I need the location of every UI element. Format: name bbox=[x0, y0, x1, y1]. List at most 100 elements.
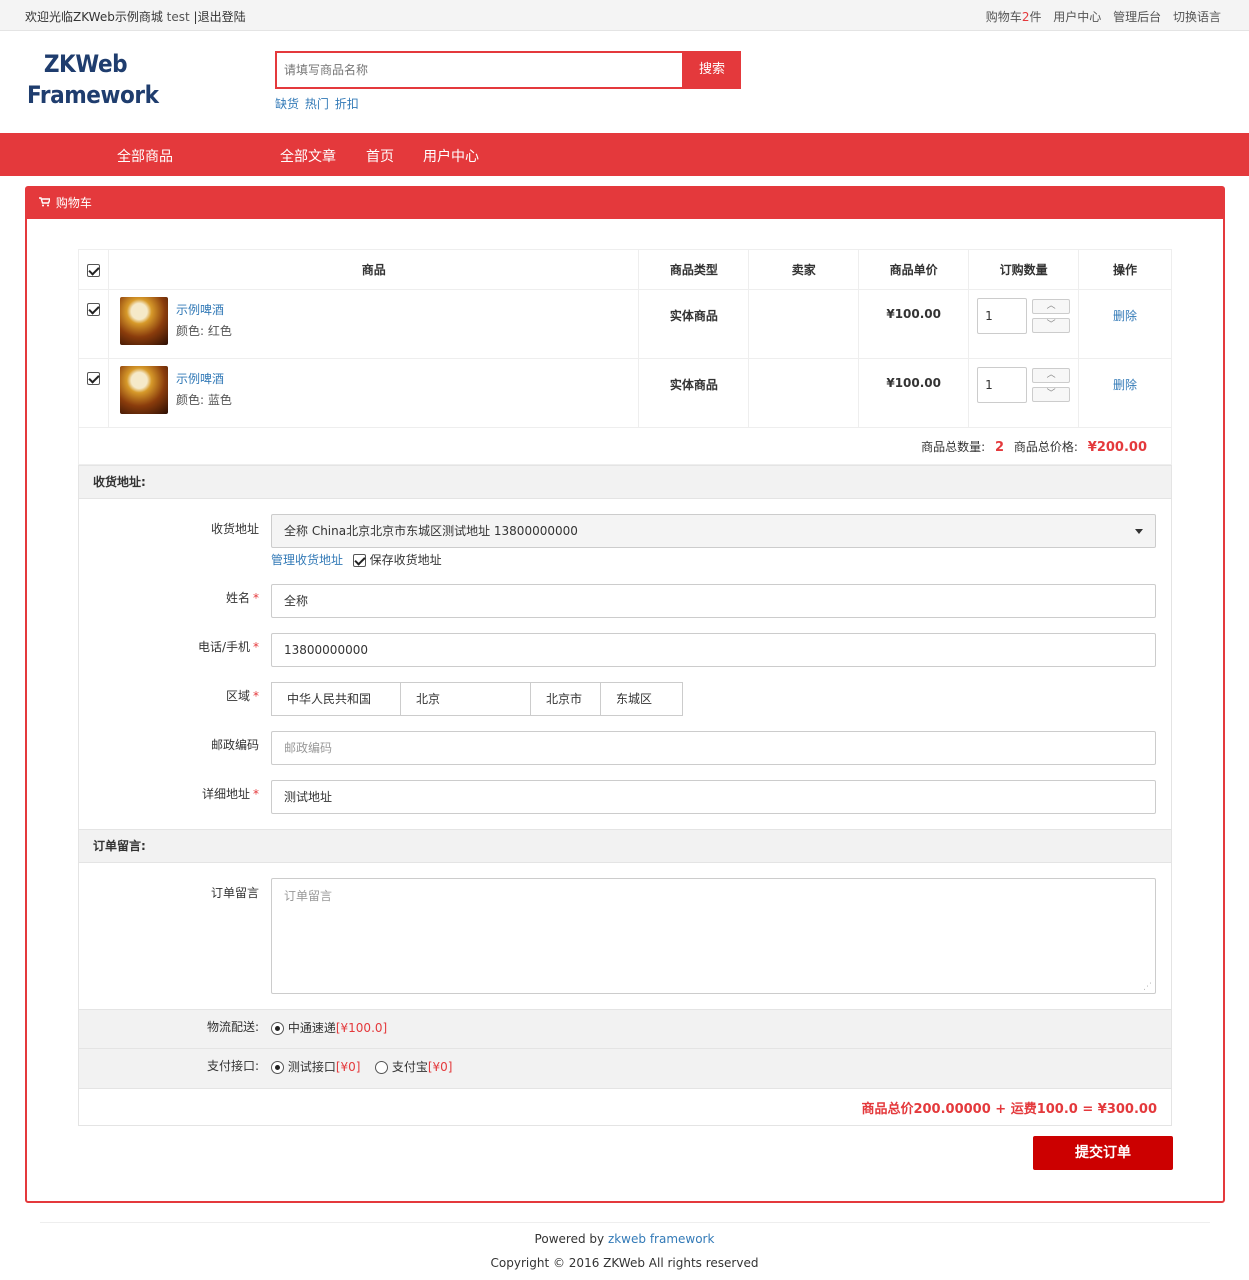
action-cell: 删除 bbox=[1078, 358, 1172, 428]
region-district[interactable]: 东城区 bbox=[600, 682, 683, 716]
logistics-option-name: 中通速递 bbox=[287, 1021, 336, 1035]
site-logo[interactable]: ZKWeb Framework bbox=[27, 49, 159, 111]
hot-word-out-of-stock[interactable]: 缺货 bbox=[275, 97, 299, 111]
quantity-increase-button[interactable]: ︿ bbox=[1032, 299, 1071, 314]
search-input[interactable] bbox=[277, 53, 682, 87]
payment-option-name: 测试接口 bbox=[287, 1060, 336, 1074]
search-button[interactable]: 搜索 bbox=[683, 51, 741, 89]
payment-option-test[interactable]: 测试接口[¥0] bbox=[271, 1058, 360, 1075]
address-label: 收货地址 bbox=[210, 522, 259, 536]
region-province[interactable]: 北京 bbox=[400, 682, 531, 716]
caret-down-icon bbox=[1135, 529, 1143, 534]
address-selected-value: 全称 China北京北京市东城区测试地址 13800000000 bbox=[284, 524, 578, 538]
cart-summary: 商品总数量: 2 商品总价格: ¥200.00 bbox=[78, 428, 1172, 465]
detail-address-field[interactable]: 测试地址 bbox=[271, 780, 1156, 814]
region-country[interactable]: 中华人民共和国 bbox=[271, 682, 401, 716]
product-thumbnail[interactable] bbox=[119, 297, 168, 345]
user-center-link[interactable]: 用户中心 bbox=[1053, 10, 1101, 24]
admin-link[interactable]: 管理后台 bbox=[1113, 10, 1161, 24]
quantity-decrease-button[interactable]: ﹀ bbox=[1032, 387, 1071, 402]
name-field[interactable]: 全称 bbox=[271, 584, 1156, 618]
detail-address-label: 详细地址 * bbox=[79, 785, 259, 802]
nav-all-products[interactable]: 全部商品 bbox=[117, 146, 173, 166]
total-price-label: 商品总价格: bbox=[1013, 440, 1078, 454]
nav-home[interactable]: 首页 bbox=[366, 146, 394, 166]
powered-by-prefix: Powered by bbox=[534, 1232, 605, 1246]
header-type: 商品类型 bbox=[638, 249, 750, 290]
quantity-increase-button[interactable]: ︿ bbox=[1032, 368, 1071, 383]
nav-all-articles[interactable]: 全部文章 bbox=[280, 146, 336, 166]
quantity-cell: 1 ︿ ﹀ bbox=[968, 358, 1080, 428]
product-name-link[interactable]: 示例啤酒 bbox=[176, 370, 224, 387]
logistics-radio[interactable] bbox=[271, 1022, 284, 1035]
region-label: 区域 * bbox=[79, 687, 259, 704]
search-box bbox=[275, 51, 684, 89]
phone-field[interactable]: 13800000000 bbox=[271, 633, 1156, 667]
hot-word-discount[interactable]: 折扣 bbox=[335, 97, 359, 111]
language-switch-link[interactable]: 切换语言 bbox=[1173, 10, 1221, 24]
payment-radio-test[interactable] bbox=[271, 1061, 284, 1074]
payment-label: 支付接口: bbox=[206, 1059, 259, 1073]
header-product: 商品 bbox=[107, 249, 640, 290]
product-attribute: 颜色: 蓝色 bbox=[175, 393, 232, 407]
row-checkbox[interactable] bbox=[86, 372, 100, 385]
region-city[interactable]: 北京市 bbox=[530, 682, 601, 716]
cart-summary-text: 商品总数量: 2 商品总价格: ¥200.00 bbox=[921, 438, 1147, 455]
row-checkbox[interactable] bbox=[86, 303, 100, 316]
comment-textarea[interactable]: 订单留言 ⋰ bbox=[271, 878, 1156, 994]
required-mark: * bbox=[253, 689, 259, 703]
framework-link[interactable]: zkweb framework bbox=[608, 1232, 715, 1246]
cart-panel: 购物车 商品 商品类型 卖家 商品单价 订购数量 操作 示例啤酒 颜色: 红色 … bbox=[25, 186, 1225, 1203]
chevron-up-icon: ︿ bbox=[1046, 370, 1056, 380]
zip-field[interactable]: 邮政编码 bbox=[271, 731, 1156, 765]
manage-address-link[interactable]: 管理收货地址 bbox=[271, 553, 343, 567]
delete-link[interactable]: 删除 bbox=[1113, 378, 1137, 392]
submit-order-button[interactable]: 提交订单 bbox=[1033, 1136, 1173, 1170]
product-attribute: 颜色: 红色 bbox=[175, 324, 232, 338]
table-row: 示例啤酒 颜色: 红色 实体商品 ¥100.00 1 ︿ ﹀ 删除 bbox=[78, 289, 1172, 359]
address-select[interactable]: 全称 China北京北京市东城区测试地址 13800000000 bbox=[271, 514, 1156, 548]
payment-option-alipay[interactable]: 支付宝[¥0] bbox=[375, 1058, 452, 1075]
welcome-area: 欢迎光临ZKWeb示例商城 test |退出登陆 bbox=[25, 8, 246, 25]
powered-by: Powered by zkweb framework bbox=[0, 1232, 1249, 1246]
product-name-link[interactable]: 示例啤酒 bbox=[176, 301, 224, 318]
quantity-decrease-button[interactable]: ﹀ bbox=[1032, 318, 1071, 333]
logistics-row: 物流配送: 中通速递[¥100.0] bbox=[79, 1009, 1171, 1048]
cart-link-suffix: 件 bbox=[1029, 10, 1042, 24]
quantity-input[interactable]: 1 bbox=[977, 298, 1028, 334]
payment-row: 支付接口: 测试接口[¥0] 支付宝[¥0] bbox=[79, 1048, 1171, 1088]
main-nav: 全部商品 全部文章 首页 用户中心 bbox=[0, 133, 1249, 176]
nav-user-center[interactable]: 用户中心 bbox=[423, 146, 479, 166]
cart-link[interactable]: 购物车2件 bbox=[986, 10, 1042, 24]
total-price: ¥200.00 bbox=[1087, 440, 1147, 455]
product-cell: 示例啤酒 颜色: 蓝色 bbox=[107, 358, 640, 428]
required-mark: * bbox=[253, 640, 259, 654]
payment-radio-alipay[interactable] bbox=[375, 1061, 388, 1074]
hot-word-popular[interactable]: 热门 bbox=[305, 97, 329, 111]
detail-address-label-text: 详细地址 bbox=[201, 787, 250, 801]
logistics-option[interactable]: 中通速递[¥100.0] bbox=[271, 1019, 387, 1036]
action-cell: 删除 bbox=[1078, 289, 1172, 359]
select-all-checkbox[interactable] bbox=[86, 263, 100, 277]
row-check-cell bbox=[78, 358, 109, 428]
header-unit-price: 商品单价 bbox=[858, 249, 970, 290]
top-bar: 欢迎光临ZKWeb示例商城 test |退出登陆 购物车2件 用户中心 管理后台… bbox=[0, 0, 1249, 31]
phone-label: 电话/手机 * bbox=[79, 638, 259, 655]
save-address-checkbox[interactable] bbox=[352, 554, 366, 567]
quantity-input[interactable]: 1 bbox=[977, 367, 1028, 403]
cart-table: 商品 商品类型 卖家 商品单价 订购数量 操作 示例啤酒 颜色: 红色 实体商品… bbox=[78, 249, 1172, 428]
logo-line-2: Framework bbox=[27, 81, 159, 109]
chevron-down-icon: ﹀ bbox=[1046, 320, 1056, 330]
product-thumbnail[interactable] bbox=[119, 366, 168, 414]
delete-link[interactable]: 删除 bbox=[1113, 309, 1137, 323]
order-total: 商品总价200.00000 + 运费100.0 = ¥300.00 bbox=[861, 1102, 1157, 1117]
table-header-row: 商品 商品类型 卖家 商品单价 订购数量 操作 bbox=[78, 249, 1172, 290]
order-total-row: 商品总价200.00000 + 运费100.0 = ¥300.00 bbox=[79, 1088, 1171, 1125]
required-mark: * bbox=[253, 787, 259, 801]
footer-divider bbox=[40, 1222, 1210, 1223]
welcome-text: 欢迎光临ZKWeb示例商城 bbox=[25, 10, 163, 24]
zip-label: 邮政编码 bbox=[210, 738, 259, 752]
resize-handle-icon[interactable]: ⋰ bbox=[1143, 982, 1152, 992]
phone-label-text: 电话/手机 bbox=[197, 640, 250, 654]
logout-link[interactable]: 退出登陆 bbox=[198, 10, 246, 24]
